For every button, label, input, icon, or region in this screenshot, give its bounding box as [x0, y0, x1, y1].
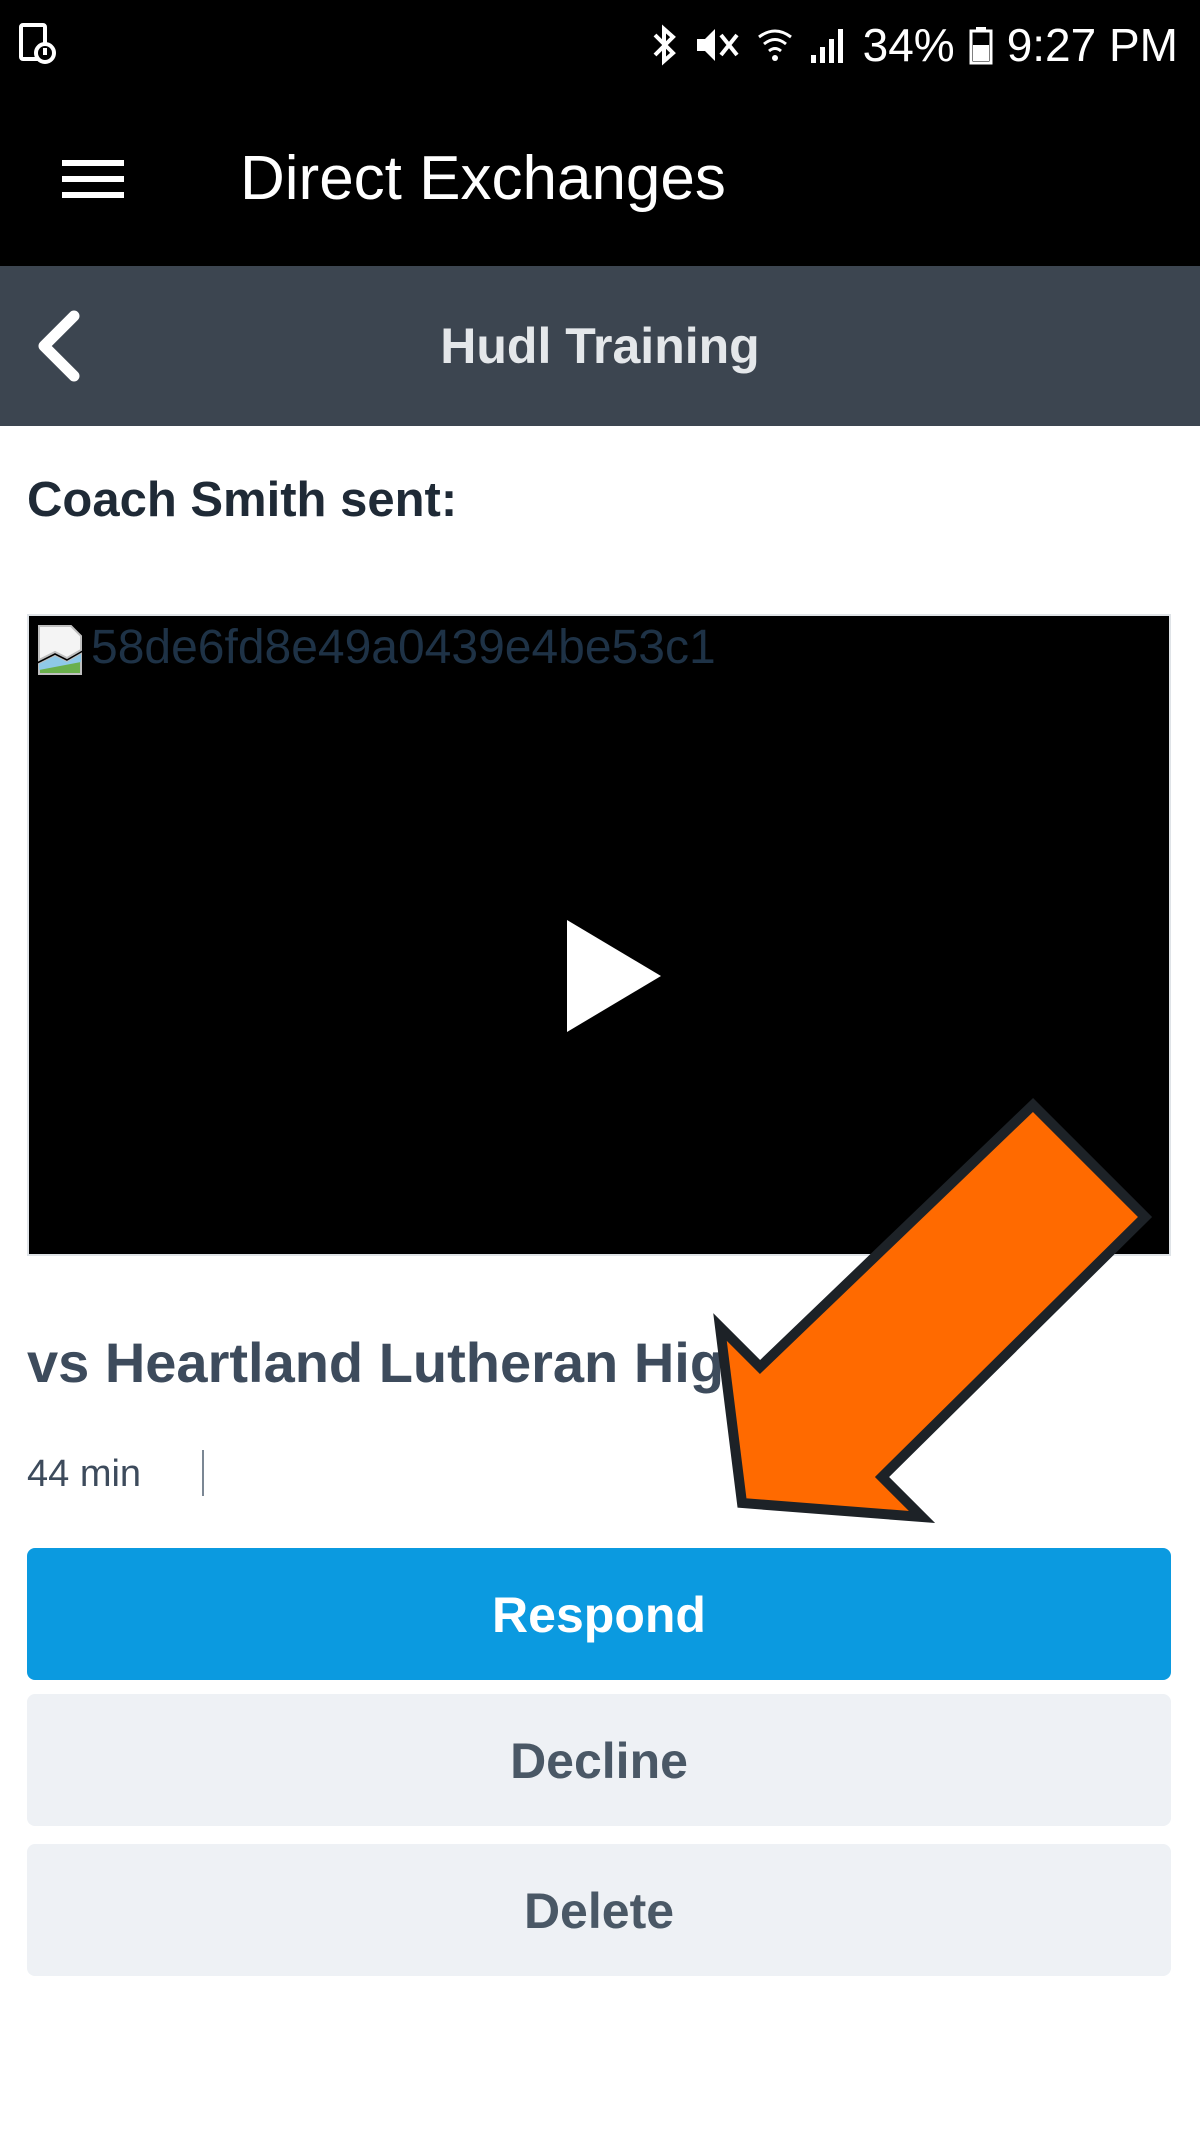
thread-title: Hudl Training	[440, 318, 760, 374]
video-duration: 44 min	[27, 1453, 142, 1495]
signal-icon	[810, 29, 843, 63]
broken-image-icon	[38, 625, 82, 675]
app-bar: Direct Exchanges	[0, 90, 1200, 266]
battery-icon	[969, 27, 993, 65]
decline-button[interactable]: Decline	[27, 1694, 1171, 1826]
notification-icon	[19, 23, 56, 64]
battery-percent: 34%	[862, 19, 955, 71]
mute-icon	[696, 29, 739, 61]
video-player[interactable]: 58de6fd8e49a0439e4be53c1	[27, 614, 1171, 1256]
status-icons: 34% 9:27 PM	[651, 0, 1178, 90]
video-title: vs Heartland Lutheran Hig	[27, 1331, 725, 1394]
delete-button[interactable]: Delete	[27, 1844, 1171, 1976]
sub-header: Hudl Training	[0, 266, 1200, 426]
play-icon[interactable]	[539, 906, 679, 1046]
hamburger-menu-icon[interactable]	[58, 144, 128, 214]
wifi-icon	[757, 29, 792, 61]
clock: 9:27 PM	[1006, 19, 1178, 71]
bluetooth-icon	[653, 24, 676, 66]
app-title: Direct Exchanges	[240, 144, 726, 213]
chevron-left-icon[interactable]	[28, 306, 98, 386]
screen: 34% 9:27 PM Direct Exchanges Hudl Traini…	[0, 0, 1200, 2134]
respond-button[interactable]: Respond	[27, 1548, 1171, 1680]
sender-line: Coach Smith sent:	[27, 473, 458, 527]
meta-divider	[202, 1450, 204, 1496]
image-alt-text: 58de6fd8e49a0439e4be53c1	[91, 621, 716, 674]
status-bar: 34% 9:27 PM	[0, 0, 1200, 90]
